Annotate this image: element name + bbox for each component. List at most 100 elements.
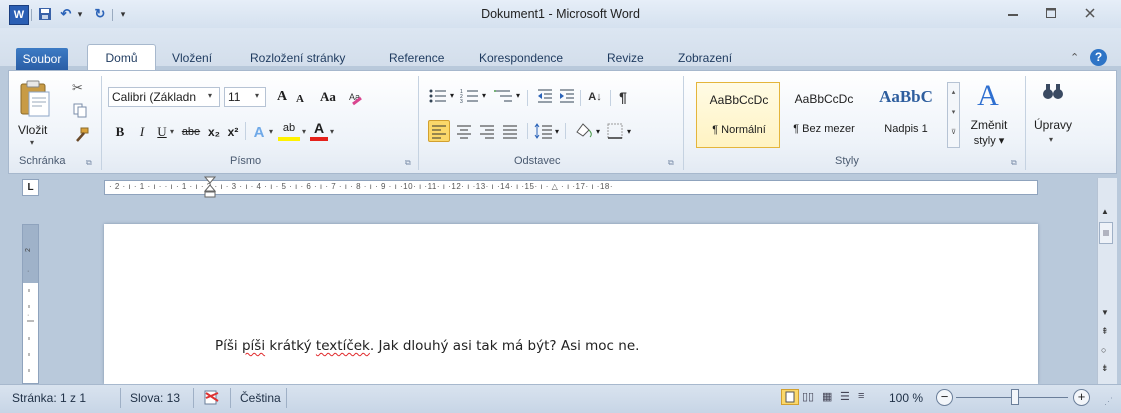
- subscript-button[interactable]: x₂: [206, 121, 222, 143]
- select-browse-object-icon[interactable]: ○: [1101, 345, 1106, 355]
- font-size-select[interactable]: 11: [224, 87, 266, 107]
- document-page[interactable]: Píši píši krátký textíček. Jak dlouhý as…: [104, 224, 1038, 384]
- zoom-out-button[interactable]: −: [936, 389, 953, 406]
- tab-review[interactable]: Revize: [601, 47, 650, 69]
- binoculars-icon[interactable]: [1039, 80, 1067, 104]
- show-formatting-marks-button[interactable]: ¶: [615, 86, 631, 108]
- font-color-button[interactable]: A: [310, 119, 328, 141]
- tab-page-layout[interactable]: Rozložení stránky: [244, 47, 351, 69]
- shrink-font-button[interactable]: A: [292, 88, 308, 110]
- document-paragraph[interactable]: Píši píši krátký textíček. Jak dlouhý as…: [215, 338, 639, 354]
- previous-page-icon[interactable]: ⇞: [1101, 326, 1109, 337]
- paste-icon[interactable]: [16, 80, 54, 120]
- editing-button[interactable]: Úpravy: [1030, 118, 1076, 132]
- horizontal-ruler[interactable]: · 2 · ı · 1 · ı · · ı · 1 · ı · 2 · ı · …: [104, 180, 1038, 195]
- copy-icon[interactable]: [72, 102, 90, 118]
- tab-home[interactable]: Domů: [87, 44, 156, 72]
- underline-dropdown-icon[interactable]: ▾: [170, 127, 174, 136]
- increase-indent-icon[interactable]: [558, 88, 576, 104]
- bold-button[interactable]: B: [113, 121, 127, 143]
- spelling-error-word[interactable]: píši: [242, 338, 265, 354]
- decrease-indent-icon[interactable]: [536, 88, 554, 104]
- text-effects-dropdown-icon[interactable]: ▾: [269, 127, 273, 136]
- change-case-button[interactable]: Aa: [313, 86, 343, 108]
- align-right-icon[interactable]: [477, 121, 497, 141]
- editing-dropdown-icon[interactable]: ▾: [1049, 135, 1053, 144]
- bullets-dropdown-icon[interactable]: ▾: [450, 91, 454, 100]
- spelling-error-word[interactable]: textíček: [316, 338, 370, 354]
- grow-font-button[interactable]: A: [273, 86, 291, 108]
- tab-file[interactable]: Soubor: [16, 48, 68, 70]
- font-size-dropdown-icon[interactable]: ▾: [255, 91, 259, 100]
- help-icon[interactable]: ?: [1090, 49, 1107, 66]
- paste-dropdown-icon[interactable]: ▾: [30, 138, 34, 147]
- numbering-dropdown-icon[interactable]: ▾: [482, 91, 486, 100]
- styles-gallery-scroll[interactable]: ▴ ▾ ⊽: [947, 82, 960, 148]
- word-count[interactable]: Slova: 13: [130, 390, 180, 406]
- clear-formatting-icon[interactable]: Aa: [347, 89, 367, 107]
- line-spacing-dropdown-icon[interactable]: ▾: [555, 127, 559, 136]
- print-layout-view-icon[interactable]: [781, 389, 799, 405]
- strikethrough-button[interactable]: abe: [180, 121, 202, 143]
- draft-view-icon[interactable]: ≡: [858, 390, 864, 402]
- text-effects-button[interactable]: A: [250, 121, 268, 143]
- change-styles-button[interactable]: Změnit: [970, 118, 1008, 132]
- superscript-button[interactable]: x²: [225, 121, 241, 143]
- font-color-dropdown-icon[interactable]: ▾: [330, 127, 334, 136]
- tab-references[interactable]: Reference: [383, 47, 450, 69]
- styles-launcher-icon[interactable]: ⧉: [1011, 158, 1017, 168]
- borders-dropdown-icon[interactable]: ▾: [627, 127, 631, 136]
- outline-view-icon[interactable]: ☰: [840, 390, 850, 403]
- underline-button[interactable]: U: [155, 121, 169, 143]
- minimize-icon[interactable]: [995, 2, 1031, 24]
- tab-mailings[interactable]: Korespondence: [473, 47, 569, 69]
- cut-icon[interactable]: ✂: [72, 80, 90, 98]
- page-count[interactable]: Stránka: 1 z 1: [12, 390, 86, 406]
- align-left-button[interactable]: [428, 120, 450, 142]
- numbering-icon[interactable]: 123: [460, 88, 480, 105]
- paragraph-launcher-icon[interactable]: ⧉: [668, 158, 674, 168]
- restore-icon[interactable]: [1033, 2, 1069, 24]
- clipboard-launcher-icon[interactable]: ⧉: [86, 158, 94, 167]
- change-styles-dropdown[interactable]: styly ▾: [970, 134, 1008, 147]
- paste-button[interactable]: Vložit: [18, 123, 47, 137]
- indent-marker[interactable]: [203, 176, 217, 200]
- format-painter-icon[interactable]: [72, 126, 90, 144]
- italic-button[interactable]: I: [135, 121, 149, 143]
- zoom-in-button[interactable]: +: [1073, 389, 1090, 406]
- font-launcher-icon[interactable]: ⧉: [405, 158, 411, 168]
- tab-view[interactable]: Zobrazení: [672, 47, 738, 69]
- web-layout-icon[interactable]: ▦: [822, 390, 832, 403]
- bullets-icon[interactable]: [428, 88, 448, 104]
- tab-insert[interactable]: Vložení: [166, 47, 218, 69]
- style-normal[interactable]: AaBbCcDc ¶ Normální: [696, 82, 780, 148]
- font-name-dropdown-icon[interactable]: ▾: [208, 91, 212, 100]
- highlight-dropdown-icon[interactable]: ▾: [302, 127, 306, 136]
- change-styles-icon[interactable]: A: [968, 78, 1008, 114]
- tab-selector[interactable]: L: [22, 179, 39, 196]
- zoom-slider-thumb[interactable]: [1011, 389, 1019, 405]
- close-icon[interactable]: [1072, 2, 1108, 24]
- line-spacing-icon[interactable]: [533, 121, 553, 141]
- borders-icon[interactable]: [605, 121, 625, 141]
- multilevel-list-icon[interactable]: [494, 88, 514, 104]
- shading-dropdown-icon[interactable]: ▾: [596, 127, 600, 136]
- multilevel-dropdown-icon[interactable]: ▾: [516, 91, 520, 100]
- scroll-down-arrow-icon[interactable]: ▼: [1101, 308, 1109, 317]
- highlight-button[interactable]: ab: [278, 119, 300, 141]
- shading-icon[interactable]: [573, 120, 595, 140]
- scroll-thumb[interactable]: [1099, 222, 1113, 244]
- language-indicator[interactable]: Čeština: [240, 390, 281, 406]
- align-center-icon[interactable]: [454, 121, 474, 141]
- zoom-level[interactable]: 100 %: [889, 390, 923, 406]
- proofing-icon[interactable]: [202, 389, 222, 407]
- justify-icon[interactable]: [500, 121, 520, 141]
- scroll-up-arrow-icon[interactable]: ▲: [1101, 207, 1109, 216]
- sort-button[interactable]: A↓: [586, 86, 604, 108]
- next-page-icon[interactable]: ⇟: [1101, 363, 1109, 374]
- style-no-spacing[interactable]: AaBbCcDc ¶ Bez mezer: [782, 82, 866, 148]
- resize-grip-icon[interactable]: ⋰: [1104, 396, 1113, 407]
- minimize-ribbon-icon[interactable]: ⌃: [1070, 51, 1084, 65]
- vertical-ruler[interactable]: 2 · ·: [22, 224, 39, 384]
- full-screen-reading-icon[interactable]: ▯▯: [802, 390, 814, 403]
